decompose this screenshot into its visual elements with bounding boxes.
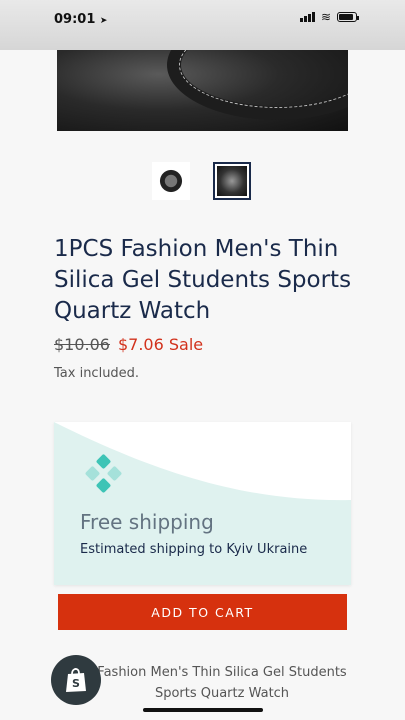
add-to-cart-button[interactable]: ADD TO CART xyxy=(58,594,347,630)
shipping-logo-icon xyxy=(85,454,122,493)
signal-icon xyxy=(299,12,315,22)
thumbnail-2-image xyxy=(217,166,247,196)
tax-note: Tax included. xyxy=(54,366,140,381)
product-title: 1PCS Fashion Men's Thin Silica Gel Stude… xyxy=(54,236,352,324)
price-row: $10.06 $7.06 Sale xyxy=(54,335,203,354)
shipping-title: Free shipping xyxy=(80,510,214,534)
shopify-bag-icon: S xyxy=(66,668,86,692)
footer-product-description: Fashion Men's Thin Silica Gel Students S… xyxy=(97,665,347,701)
shipping-card: Free shipping Estimated shipping to Kyiv… xyxy=(54,422,351,585)
home-indicator xyxy=(143,708,263,712)
status-time-text: 09:01 xyxy=(54,12,96,27)
battery-icon xyxy=(337,12,359,22)
thumbnail-1[interactable] xyxy=(152,162,190,200)
battery-fill xyxy=(339,14,353,20)
location-arrow-icon: ➤ xyxy=(99,16,108,26)
price-original: $10.06 xyxy=(54,335,110,354)
product-main-image[interactable] xyxy=(57,50,348,131)
status-time: 09:01 ➤ xyxy=(54,12,107,27)
shopify-badge-button[interactable]: S xyxy=(51,655,101,705)
status-icons: ≋ xyxy=(299,10,359,24)
shipping-subtitle: Estimated shipping to Kyiv Ukraine xyxy=(80,542,308,557)
shipping-card-background xyxy=(54,422,351,585)
thumbnail-1-image xyxy=(152,162,190,200)
status-bar: 09:01 ➤ ≋ xyxy=(0,0,405,50)
wifi-icon: ≋ xyxy=(320,10,331,24)
price-sale: $7.06 Sale xyxy=(117,335,204,354)
product-thumbnails xyxy=(0,162,405,202)
thumbnail-2-selected[interactable] xyxy=(213,162,251,200)
svg-text:S: S xyxy=(72,677,80,690)
